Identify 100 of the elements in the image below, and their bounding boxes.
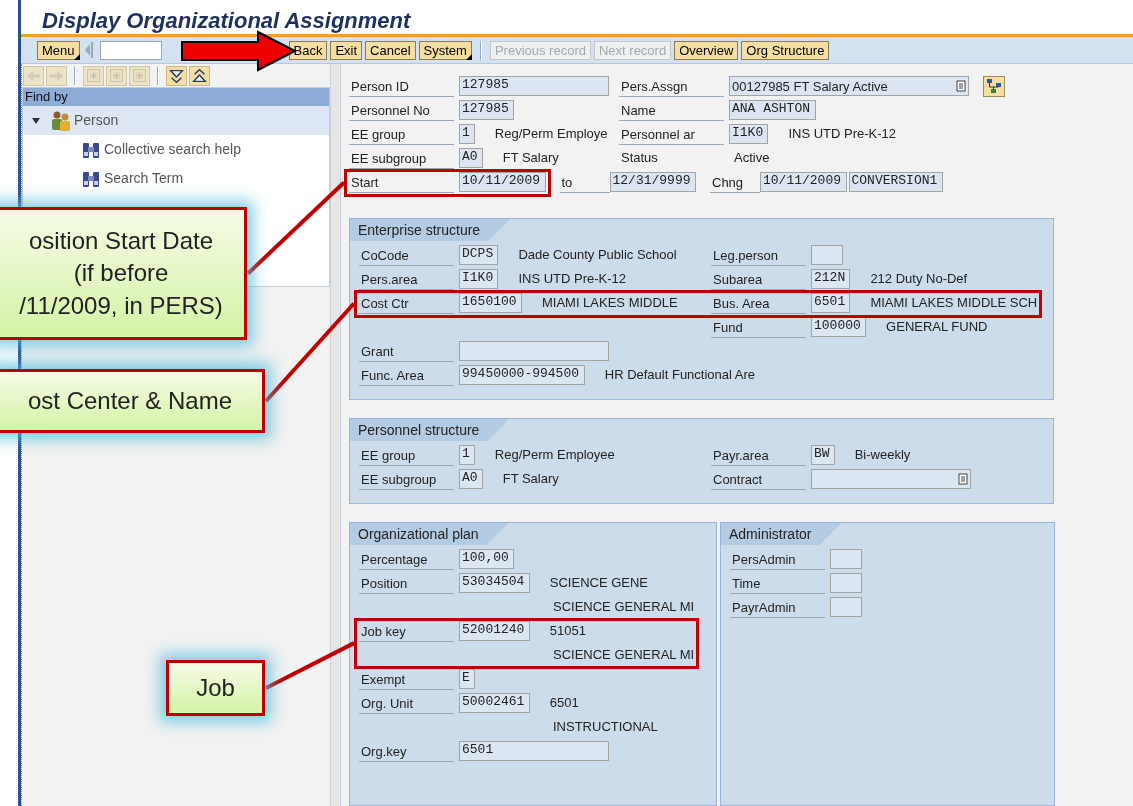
toolbar-button[interactable]: Cancel xyxy=(365,40,416,60)
input-field[interactable] xyxy=(811,245,843,265)
expand-icon[interactable] xyxy=(166,66,187,86)
list-icon xyxy=(958,473,968,485)
field-label: Personnel No xyxy=(349,99,454,121)
input-field[interactable]: 127985 xyxy=(459,100,515,120)
input-field[interactable]: 6501 xyxy=(811,293,851,313)
field-label: Pers.area xyxy=(359,268,454,290)
list-icon xyxy=(956,80,966,92)
field-label: Cost Ctr xyxy=(359,292,454,314)
collapse-icon xyxy=(82,40,95,61)
field-text: INS UTD Pre-K-12 xyxy=(788,125,897,144)
field-label: PersAdmin xyxy=(730,548,825,570)
panel-header: Find by xyxy=(23,88,329,106)
field-text: SCIENCE GENE xyxy=(549,574,649,593)
field-label: CoCode xyxy=(359,244,454,266)
field-text: INSTRUCTIONAL xyxy=(553,718,658,737)
field-text: Reg/Perm Employee xyxy=(494,446,615,465)
callout: osition Start Date (if before /11/2009, in PERS) xyxy=(0,207,247,340)
collapse-icon[interactable] xyxy=(189,66,210,86)
field-label: Person ID xyxy=(349,75,454,97)
input-field[interactable]: I1K0 xyxy=(729,124,769,144)
field-label: Func. Area xyxy=(359,364,454,386)
input-field[interactable]: 1 xyxy=(459,124,475,144)
field-label: Leg.person xyxy=(711,244,806,266)
field-label: Org. Unit xyxy=(359,692,454,714)
field-text: Dade County Public School xyxy=(518,246,677,265)
toolbar-button[interactable]: Exit xyxy=(330,40,363,60)
section-title: Organizational plan xyxy=(350,523,509,545)
input-field[interactable]: E xyxy=(459,669,475,689)
field-text: MIAMI LAKES MIDDLE xyxy=(541,294,678,313)
field-label: Personnel ar xyxy=(619,123,724,145)
field-label: PayrAdmin xyxy=(730,596,825,618)
input-field[interactable]: 100,00 xyxy=(459,549,515,569)
field-text: INS UTD Pre-K-12 xyxy=(518,270,627,289)
input-field[interactable] xyxy=(830,597,862,617)
input-field[interactable]: 127985 xyxy=(459,76,609,96)
input-field[interactable]: 50002461 xyxy=(459,693,530,713)
field-label: to xyxy=(559,171,610,193)
input-field[interactable]: A0 xyxy=(459,469,483,489)
field-text: 6501 xyxy=(549,694,579,713)
section-title: Personnel structure xyxy=(350,419,510,441)
menu-button[interactable]: System xyxy=(418,40,472,60)
section-title: Administrator xyxy=(721,523,842,545)
input-field[interactable]: 10/11/2009 xyxy=(760,172,847,192)
field-label: Name xyxy=(619,99,724,121)
field-label: EE subgroup xyxy=(359,468,454,490)
splitter[interactable] xyxy=(330,64,341,806)
field-label: Percentage xyxy=(359,548,454,570)
corner-mark-icon xyxy=(465,53,472,60)
input-field[interactable]: 1 xyxy=(459,445,475,465)
field-label: Job key xyxy=(359,620,454,642)
menu-button[interactable]: Menu xyxy=(37,40,80,60)
field-label: Bus. Area xyxy=(711,292,806,314)
field-text: FT Salary xyxy=(502,149,559,168)
input-field[interactable]: I1K0 xyxy=(459,269,499,289)
field-label: Time xyxy=(730,572,825,594)
field-label: Grant xyxy=(359,340,454,362)
toolbar-button[interactable]: Overview xyxy=(674,40,739,60)
input-field[interactable]: BW xyxy=(811,445,835,465)
tree-item[interactable]: Person xyxy=(23,106,329,135)
window-title: Display Organizational Assignment xyxy=(42,8,411,33)
field-label: Pers.Assgn xyxy=(619,75,724,97)
toolbar-button[interactable]: Org Structure xyxy=(741,40,830,60)
field-text: FT Salary xyxy=(502,470,559,489)
field-text: 212 Duty No-Def xyxy=(870,270,968,289)
people-icon xyxy=(49,109,73,132)
field-text: HR Default Functional Are xyxy=(604,366,756,385)
input-field[interactable]: ANA ASHTON xyxy=(729,100,816,120)
tree-item[interactable]: Collective search help xyxy=(23,135,329,164)
input-field[interactable]: 53034504 xyxy=(459,573,530,593)
input-field[interactable]: 212N xyxy=(811,269,851,289)
input-field[interactable]: 99450000-994500 xyxy=(459,365,585,385)
field-label: Status xyxy=(621,149,659,168)
field-label: Fund xyxy=(711,316,806,338)
toolbar-button[interactable]: Back xyxy=(288,40,328,60)
field-text: SCIENCE GENERAL MI xyxy=(553,646,695,665)
field-label: Org.key xyxy=(359,740,454,762)
dropdown-field[interactable]: 00127985 FT Salary Active xyxy=(729,76,969,96)
command-field[interactable] xyxy=(99,40,162,60)
input-field[interactable]: 10/11/2009 xyxy=(459,172,546,192)
structure-button[interactable] xyxy=(983,75,1005,97)
input-field[interactable]: 1650100 xyxy=(459,293,522,313)
input-field[interactable]: 12/31/9999 xyxy=(609,172,696,192)
input-field[interactable]: DCPS xyxy=(459,245,499,265)
input-field[interactable]: 6501 xyxy=(459,741,609,761)
field-text: Reg/Perm Employe xyxy=(494,125,608,144)
field-text: MIAMI LAKES MIDDLE SCH xyxy=(870,294,1038,313)
dropdown-field[interactable] xyxy=(811,469,971,489)
field-text: Active xyxy=(734,149,770,168)
input-field[interactable] xyxy=(459,341,609,361)
input-field[interactable]: 52001240 xyxy=(459,621,530,641)
field-label: Contract xyxy=(711,468,806,490)
input-field[interactable]: 100000 xyxy=(811,317,867,337)
tree-item[interactable]: Search Term xyxy=(23,164,329,193)
input-field[interactable]: CONVERSION1 xyxy=(848,172,943,192)
input-field[interactable] xyxy=(830,573,862,593)
input-field[interactable]: A0 xyxy=(459,148,483,168)
field-label: EE group xyxy=(359,444,454,466)
input-field[interactable] xyxy=(830,549,862,569)
